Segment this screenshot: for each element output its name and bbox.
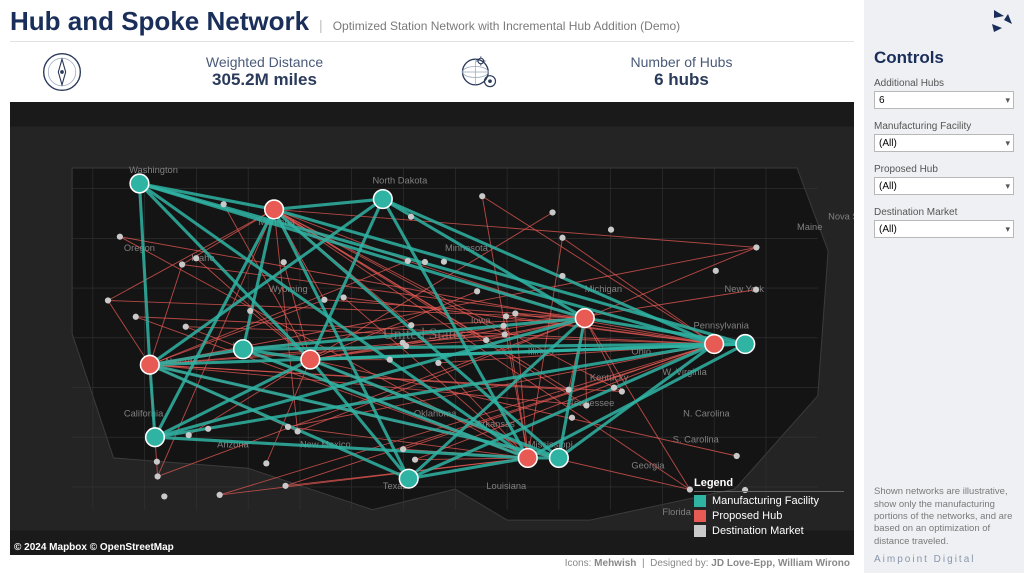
kpi-distance-value: 305.2M miles bbox=[102, 70, 427, 90]
legend-title: Legend bbox=[694, 477, 844, 492]
main-panel: Hub and Spoke Network | Optimized Statio… bbox=[0, 0, 864, 573]
svg-text:Florida: Florida bbox=[662, 507, 691, 517]
control-destination: Destination Market (All) bbox=[874, 207, 1014, 238]
manufacturing-select[interactable]: (All) bbox=[874, 134, 1014, 152]
credits-icons-label: Icons: bbox=[565, 558, 592, 569]
destination-select[interactable]: (All) bbox=[874, 220, 1014, 238]
legend-item: Proposed Hub bbox=[694, 510, 844, 522]
proposed-select[interactable]: (All) bbox=[874, 177, 1014, 195]
additional-hubs-label: Additional Hubs bbox=[874, 78, 1014, 89]
compass-icon bbox=[40, 50, 84, 94]
credits-design-by: JD Love-Epp, William Wirono bbox=[711, 558, 850, 569]
map-attribution: © 2024 Mapbox © OpenStreetMap bbox=[14, 542, 174, 553]
controls-panel: Controls Additional Hubs 6 Manufacturing… bbox=[864, 0, 1024, 573]
destination-label: Destination Market bbox=[874, 207, 1014, 218]
globe-gear-icon bbox=[457, 50, 501, 94]
credits-row: Icons: Mehwish | Designed by: JD Love-Ep… bbox=[10, 555, 854, 569]
svg-text:Iowa: Iowa bbox=[471, 315, 491, 325]
credits-design-label: Designed by: bbox=[650, 558, 708, 569]
legend-item: Manufacturing Facility bbox=[694, 495, 844, 507]
svg-text:Oregon: Oregon bbox=[124, 243, 155, 253]
svg-text:North Dakota: North Dakota bbox=[372, 176, 428, 186]
kpi-hubs: Number of Hubs 6 hubs bbox=[457, 50, 844, 94]
manufacturing-label: Manufacturing Facility bbox=[874, 121, 1014, 132]
kpi-row: Weighted Distance 305.2M miles Number of… bbox=[10, 48, 854, 102]
brand-logo-icon bbox=[986, 6, 1016, 36]
title-row: Hub and Spoke Network | Optimized Statio… bbox=[10, 6, 854, 42]
control-proposed: Proposed Hub (All) bbox=[874, 164, 1014, 195]
proposed-label: Proposed Hub bbox=[874, 164, 1014, 175]
page-subtitle: Optimized Station Network with Increment… bbox=[333, 19, 680, 33]
title-separator: | bbox=[319, 17, 323, 33]
svg-text:Pennsylvania: Pennsylvania bbox=[693, 321, 749, 331]
kpi-distance-label: Weighted Distance bbox=[102, 54, 427, 70]
kpi-hubs-value: 6 hubs bbox=[519, 70, 844, 90]
svg-text:California: California bbox=[124, 409, 164, 419]
svg-text:N. Carolina: N. Carolina bbox=[683, 409, 730, 419]
additional-hubs-select[interactable]: 6 bbox=[874, 91, 1014, 109]
kpi-hubs-label: Number of Hubs bbox=[519, 54, 844, 70]
map-legend: Legend Manufacturing Facility Proposed Hu… bbox=[694, 477, 844, 537]
control-additional-hubs: Additional Hubs 6 bbox=[874, 78, 1014, 109]
svg-text:Nova Sco: Nova Sco bbox=[828, 212, 854, 222]
control-manufacturing: Manufacturing Facility (All) bbox=[874, 121, 1014, 152]
controls-title: Controls bbox=[874, 48, 1014, 68]
svg-text:Louisiana: Louisiana bbox=[486, 481, 527, 491]
svg-text:Washington: Washington bbox=[129, 165, 178, 175]
network-map[interactable]: United StatesWashingtonOregonIdahoMontan… bbox=[10, 102, 854, 555]
svg-text:Maine: Maine bbox=[797, 222, 822, 232]
brand-text: Aimpoint Digital bbox=[874, 554, 1014, 565]
controls-note: Shown networks are illustrative, show on… bbox=[874, 486, 1014, 548]
page-title: Hub and Spoke Network bbox=[10, 6, 309, 37]
legend-item: Destination Market bbox=[694, 525, 844, 537]
credits-icons-by: Mehwish bbox=[594, 558, 636, 569]
kpi-distance: Weighted Distance 305.2M miles bbox=[40, 50, 427, 94]
